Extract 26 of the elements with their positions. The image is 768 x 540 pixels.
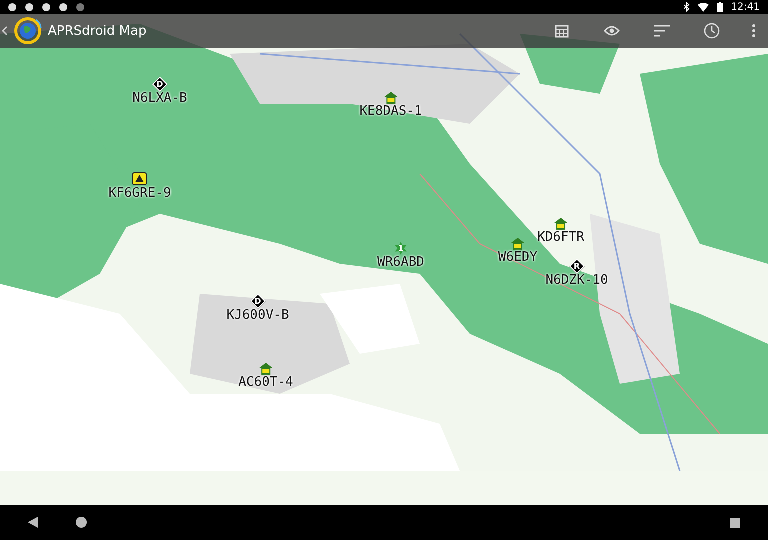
battery-icon [717,2,724,12]
station-callsign[interactable]: KJ600V-B [226,308,290,323]
sort-lines-icon[interactable] [654,25,670,37]
overflow-menu-icon[interactable] [752,24,756,38]
back-button[interactable] [2,26,8,36]
wifi-icon [698,2,710,12]
app-title: APRSdroid Map [48,24,148,38]
house-icon [260,363,272,375]
recents-nav-button[interactable] [730,518,740,528]
home-nav-button[interactable] [76,517,87,528]
station-callsign[interactable]: AC60T-4 [238,375,294,390]
station-callsign[interactable]: WR6ABD [378,255,424,270]
house-icon [512,238,524,250]
vehicle-icon [132,172,148,186]
eye-icon[interactable] [604,26,620,36]
bluetooth-icon [684,2,690,12]
house-icon [554,218,568,230]
clock-time: 12:41 [731,2,760,12]
globe-logo-icon [14,17,42,45]
house-icon [384,92,398,104]
station-callsign[interactable]: N6LXA-B [132,91,188,106]
back-nav-button[interactable] [28,517,38,528]
clock-icon[interactable] [704,23,720,39]
calendar-grid-icon[interactable] [555,24,569,38]
station-callsign[interactable]: KF6GRE-9 [108,186,172,201]
station-callsign[interactable]: KD6FTR [538,230,584,245]
